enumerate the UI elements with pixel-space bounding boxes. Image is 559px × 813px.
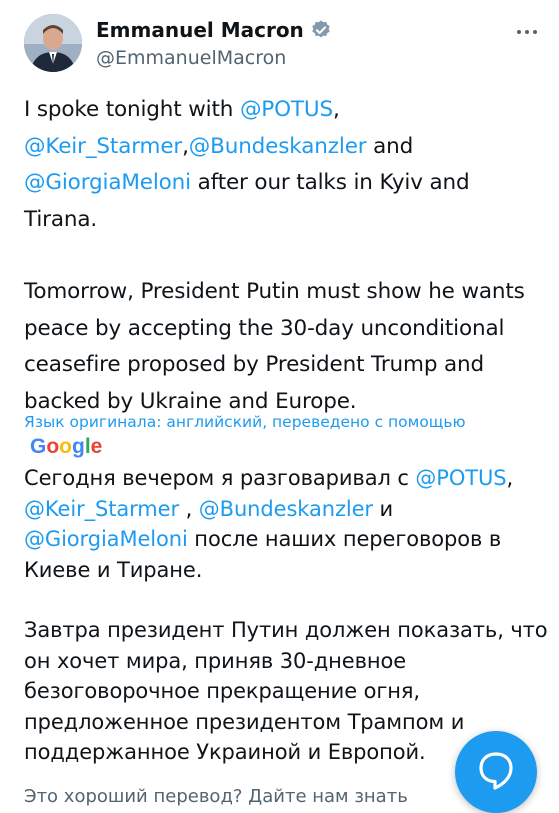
text-run: ,: [182, 133, 189, 159]
verified-badge-icon: [312, 20, 330, 38]
author-names: Emmanuel Macron @EmmanuelMacron: [96, 16, 332, 72]
author-name-row[interactable]: Emmanuel Macron: [96, 16, 332, 44]
tweet-paragraph-2: Tomorrow, President Putin must show he w…: [24, 279, 525, 414]
author-name[interactable]: Emmanuel Macron: [96, 16, 304, 44]
avatar-photo-icon: [24, 14, 82, 72]
mention-link[interactable]: @POTUS: [415, 466, 506, 490]
text-run: ,: [179, 496, 199, 521]
tweet-header: Emmanuel Macron @EmmanuelMacron: [24, 14, 539, 78]
more-options-icon[interactable]: [515, 22, 539, 42]
text-run: and: [366, 133, 414, 159]
avatar[interactable]: [24, 14, 82, 72]
mention-link[interactable]: @Keir_Starmer: [24, 497, 179, 521]
author-handle[interactable]: @EmmanuelMacron: [96, 44, 332, 72]
svg-text:Google: Google: [30, 435, 102, 458]
mention-link[interactable]: @Keir_Starmer: [24, 134, 182, 159]
translation-feedback[interactable]: Это хороший перевод? Дайте нам знать: [24, 786, 408, 807]
mention-link[interactable]: @GiorgiaMeloni: [24, 527, 188, 551]
mention-link[interactable]: @Bundeskanzler: [189, 134, 367, 159]
compose-reply-button[interactable]: [455, 731, 537, 813]
mention-link[interactable]: @GiorgiaMeloni: [24, 170, 191, 195]
translation-note[interactable]: Язык оригинала: английский, переведено с…: [24, 411, 466, 433]
tweet-text: I spoke tonight with @POTUS, @Keir_Starm…: [24, 92, 544, 420]
text-run: I spoke tonight with: [24, 97, 240, 122]
translated-text: Сегодня вечером я разговаривал с @POTUS,…: [24, 463, 549, 768]
google-logo-icon: Google: [30, 435, 102, 458]
text-run: ,: [506, 466, 514, 490]
translated-paragraph-1: Сегодня вечером я разговаривал с @POTUS,…: [24, 463, 549, 585]
chat-bubble-icon: [479, 752, 513, 790]
mention-link[interactable]: @Bundeskanzler: [199, 497, 373, 521]
tweet-paragraph-1: I spoke tonight with @POTUS, @Keir_Starm…: [24, 92, 544, 238]
text-run: и: [372, 496, 394, 521]
mention-link[interactable]: @POTUS: [240, 97, 333, 122]
text-run: ,: [332, 97, 340, 122]
text-run: Сегодня вечером я разговаривал с: [24, 466, 416, 490]
